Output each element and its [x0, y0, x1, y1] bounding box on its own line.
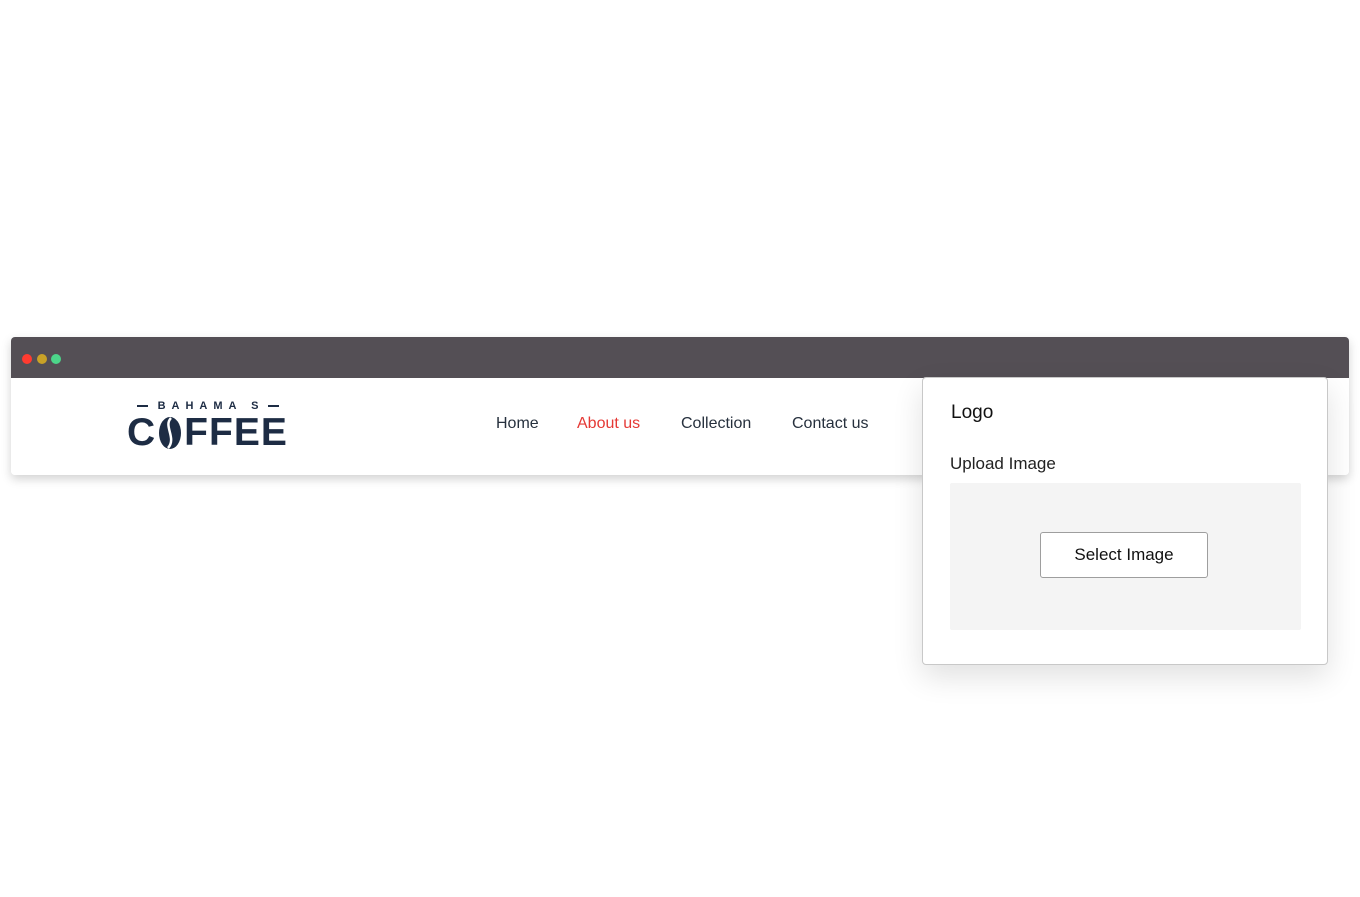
window-titlebar — [11, 337, 1349, 378]
panel-title: Logo — [951, 402, 994, 423]
minimize-window-button[interactable] — [37, 354, 47, 364]
logo-wordmark: C FFEE — [127, 413, 288, 453]
logo-letter-c: C — [127, 411, 157, 454]
canvas: BAHAMA S C FFEE Home About us Collection… — [0, 0, 1360, 897]
logo-letters-ffee: FFEE — [184, 411, 288, 454]
logo-dash-right — [268, 405, 280, 407]
upload-image-label: Upload Image — [950, 454, 1056, 473]
nav-home[interactable]: Home — [496, 415, 539, 433]
nav-about-us[interactable]: About us — [577, 415, 640, 433]
nav-contact-us[interactable]: Contact us — [792, 415, 868, 433]
coffee-bean-icon — [157, 416, 183, 450]
logo-settings-panel: Logo Upload Image Select Image — [922, 377, 1328, 665]
select-image-button[interactable]: Select Image — [1040, 532, 1208, 578]
brand-logo[interactable]: BAHAMA S C FFEE — [127, 399, 289, 453]
maximize-window-button[interactable] — [51, 354, 61, 364]
logo-dash-left — [136, 405, 148, 407]
close-window-button[interactable] — [22, 354, 32, 364]
image-dropzone[interactable]: Select Image — [950, 483, 1301, 630]
nav-collection[interactable]: Collection — [681, 415, 751, 433]
